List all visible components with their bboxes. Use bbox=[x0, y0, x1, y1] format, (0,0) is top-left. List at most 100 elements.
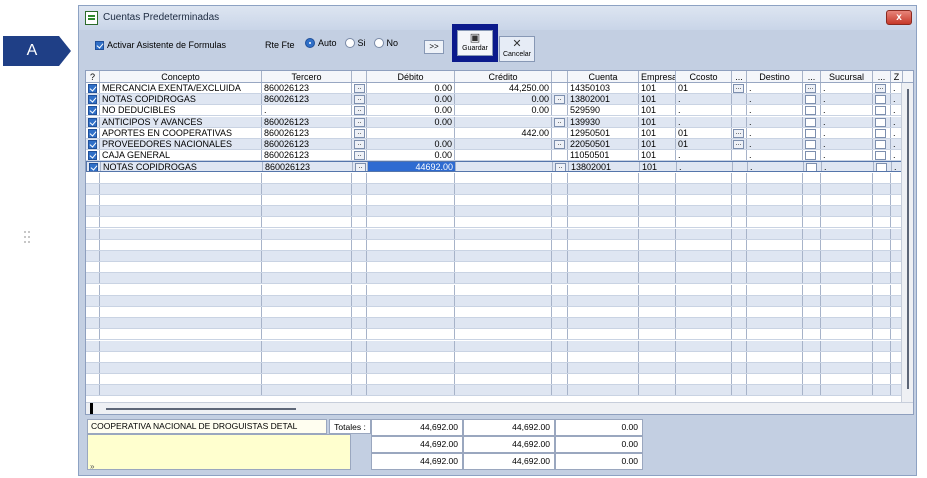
grid-cell[interactable] bbox=[873, 251, 891, 261]
grid-cell[interactable] bbox=[352, 363, 367, 373]
tercero-lookup-button[interactable]: .. bbox=[354, 128, 365, 138]
grid-cell[interactable] bbox=[747, 228, 803, 239]
cell-credito[interactable] bbox=[455, 139, 552, 149]
cell-ccosto[interactable]: . bbox=[676, 94, 732, 105]
row-checkbox-icon[interactable] bbox=[89, 163, 98, 172]
grid-cell[interactable] bbox=[821, 329, 873, 340]
grid-cell[interactable] bbox=[639, 363, 676, 373]
grid-cell[interactable] bbox=[821, 295, 873, 306]
grid-cell[interactable] bbox=[821, 307, 873, 317]
column-header[interactable]: Cuenta bbox=[568, 71, 639, 82]
cancelar-button[interactable]: ✕ Cancelar bbox=[499, 36, 535, 62]
cell-concepto[interactable]: MERCANCIA EXENTA/EXCLUIDA bbox=[100, 83, 262, 93]
grid-cell[interactable]: .. bbox=[552, 94, 568, 105]
lookup-button[interactable] bbox=[805, 117, 816, 127]
column-header[interactable]: Empresa bbox=[639, 71, 676, 82]
grid-cell[interactable] bbox=[100, 172, 262, 183]
radio-si[interactable]: Si bbox=[344, 38, 366, 48]
grid-cell[interactable] bbox=[568, 217, 639, 228]
grid-cell[interactable] bbox=[455, 385, 552, 396]
grid-cell[interactable] bbox=[352, 239, 367, 250]
grid-cell[interactable] bbox=[639, 351, 676, 362]
cell-debito[interactable]: 0.00 bbox=[367, 116, 455, 127]
lookup-button[interactable] bbox=[806, 163, 817, 172]
grid-cell[interactable] bbox=[873, 217, 891, 228]
grid-cell[interactable] bbox=[262, 262, 352, 273]
cell-sucursal[interactable]: . bbox=[821, 83, 873, 93]
grid-cell[interactable] bbox=[803, 195, 821, 205]
lookup-button[interactable] bbox=[805, 128, 816, 138]
grid-cell[interactable] bbox=[803, 228, 821, 239]
grid-cell[interactable] bbox=[86, 295, 100, 306]
empty-row[interactable] bbox=[86, 251, 913, 262]
cell-concepto[interactable]: NOTAS COPIDROGAS bbox=[101, 162, 263, 172]
radio-unselected-icon[interactable] bbox=[344, 38, 355, 48]
lookup-button[interactable] bbox=[876, 163, 887, 172]
grid-cell[interactable] bbox=[262, 228, 352, 239]
grid-cell[interactable] bbox=[821, 374, 873, 385]
cell-sucursal[interactable]: . bbox=[821, 127, 873, 138]
grid-cell[interactable] bbox=[552, 374, 568, 385]
cell-empresa[interactable]: 101 bbox=[639, 150, 676, 161]
column-header[interactable]: Destino bbox=[747, 71, 803, 82]
grid-cell[interactable] bbox=[455, 251, 552, 261]
column-header[interactable]: ... bbox=[803, 71, 821, 82]
grid-cell[interactable] bbox=[568, 351, 639, 362]
grid-cell[interactable] bbox=[262, 273, 352, 284]
grid-cell[interactable] bbox=[639, 385, 676, 396]
grid-cell[interactable] bbox=[262, 284, 352, 295]
cell-cuenta[interactable]: 11050501 bbox=[568, 150, 639, 161]
lookup-button[interactable] bbox=[875, 106, 886, 116]
cell-ccosto[interactable]: . bbox=[676, 116, 732, 127]
grid-cell[interactable] bbox=[352, 307, 367, 317]
grid-cell[interactable] bbox=[676, 206, 732, 217]
grid-cell[interactable] bbox=[747, 239, 803, 250]
grid-cell[interactable] bbox=[552, 273, 568, 284]
grid-cell[interactable] bbox=[100, 295, 262, 306]
empty-row[interactable] bbox=[86, 363, 913, 374]
grid-cell[interactable] bbox=[639, 262, 676, 273]
grid-cell[interactable] bbox=[732, 206, 747, 217]
empty-row[interactable] bbox=[86, 217, 913, 229]
cuenta-lookup-button[interactable]: .. bbox=[554, 140, 565, 149]
grid-cell[interactable] bbox=[568, 239, 639, 250]
cell-debito[interactable]: 0.00 bbox=[367, 83, 455, 93]
cell-credito[interactable] bbox=[455, 150, 552, 161]
row-checkbox-icon[interactable] bbox=[88, 140, 97, 149]
grid-cell[interactable] bbox=[732, 183, 747, 194]
grid-cell[interactable] bbox=[86, 228, 100, 239]
grid-cell[interactable] bbox=[352, 284, 367, 295]
grid-cell[interactable] bbox=[803, 116, 821, 127]
grid-cell[interactable] bbox=[86, 94, 100, 105]
cell-tercero[interactable]: 860026123 bbox=[263, 162, 353, 172]
cell-concepto[interactable]: NO DEDUCIBLES bbox=[100, 105, 262, 116]
cell-ccosto[interactable]: . bbox=[677, 162, 733, 172]
grid-cell[interactable] bbox=[803, 251, 821, 261]
table-row[interactable]: APORTES EN COOPERATIVAS 860026123.. 442.00… bbox=[86, 127, 913, 139]
grid-cell[interactable] bbox=[747, 195, 803, 205]
grid-cell[interactable] bbox=[552, 251, 568, 261]
grid-cell[interactable] bbox=[873, 206, 891, 217]
grid-cell[interactable] bbox=[86, 251, 100, 261]
empty-row[interactable] bbox=[86, 195, 913, 206]
cell-cuenta[interactable]: 139930 bbox=[568, 116, 639, 127]
grid-cell[interactable] bbox=[100, 318, 262, 329]
column-header[interactable] bbox=[352, 71, 367, 82]
grid-cell[interactable] bbox=[639, 374, 676, 385]
grid-cell[interactable] bbox=[262, 351, 352, 362]
grid-cell[interactable] bbox=[262, 385, 352, 396]
grid-cell[interactable] bbox=[803, 127, 821, 138]
lookup-button[interactable] bbox=[875, 151, 886, 161]
grid-cell[interactable] bbox=[747, 329, 803, 340]
grid-cell[interactable] bbox=[873, 318, 891, 329]
grid-cell[interactable] bbox=[86, 307, 100, 317]
close-button[interactable]: x bbox=[886, 10, 912, 25]
cell-ccosto[interactable]: . bbox=[676, 150, 732, 161]
grid-cell[interactable] bbox=[803, 284, 821, 295]
empty-row[interactable] bbox=[86, 295, 913, 307]
grid-cell[interactable] bbox=[803, 150, 821, 161]
grid-cell[interactable] bbox=[568, 318, 639, 329]
grid-cell[interactable] bbox=[86, 105, 100, 116]
grid-cell[interactable] bbox=[262, 307, 352, 317]
grid-cell[interactable] bbox=[747, 318, 803, 329]
